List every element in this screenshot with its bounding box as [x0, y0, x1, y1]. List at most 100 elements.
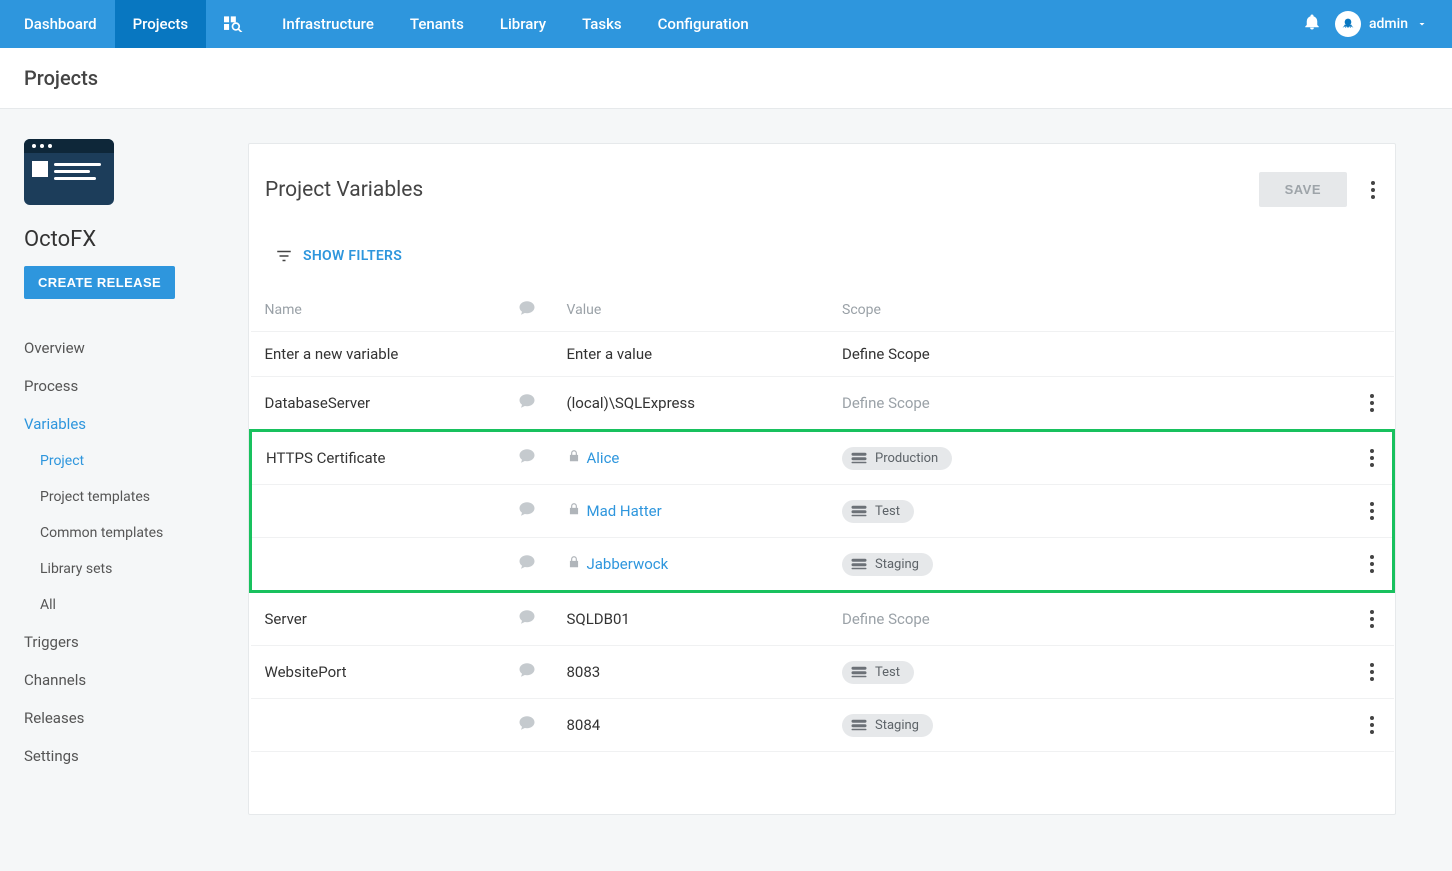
col-name: Name	[251, 289, 501, 332]
scope-chip[interactable]: Production	[842, 447, 952, 470]
row-menu-button[interactable]	[1362, 712, 1378, 738]
nav-infrastructure[interactable]: Infrastructure	[264, 0, 392, 48]
nav-tenants[interactable]: Tenants	[392, 0, 482, 48]
variable-value: 8084	[567, 716, 601, 734]
sidebar-item-project-templates[interactable]: Project templates	[24, 479, 224, 515]
sidebar-item-project[interactable]: Project	[24, 443, 224, 479]
row-menu-button[interactable]	[1362, 445, 1378, 471]
row-description-button[interactable]	[518, 504, 536, 522]
sidebar-item-process[interactable]: Process	[24, 367, 224, 405]
row-menu-button[interactable]	[1362, 390, 1378, 416]
variable-name: Server	[265, 610, 307, 628]
environment-icon	[850, 718, 868, 732]
save-button[interactable]: SAVE	[1259, 172, 1347, 207]
variable-name: DatabaseServer	[265, 394, 371, 412]
panel-title: Project Variables	[265, 178, 423, 202]
scope-chip-label: Staging	[875, 557, 919, 572]
scope-chip[interactable]: Staging	[842, 553, 933, 576]
scope-chip-label: Test	[875, 665, 900, 680]
comment-icon	[518, 500, 536, 518]
comment-icon	[518, 392, 536, 410]
sidebar-item-settings[interactable]: Settings	[24, 737, 224, 775]
variable-scope-placeholder[interactable]: Define Scope	[842, 394, 930, 412]
variable-name: WebsitePort	[265, 663, 347, 681]
variable-name: HTTPS Certificate	[266, 449, 386, 467]
environment-icon	[850, 451, 868, 465]
scope-chip[interactable]: Test	[842, 500, 914, 523]
row-description-button[interactable]	[518, 718, 536, 736]
sidebar-item-library-sets[interactable]: Library sets	[24, 551, 224, 587]
nav-tasks[interactable]: Tasks	[564, 0, 640, 48]
row-description-button[interactable]	[518, 396, 536, 414]
nav-configuration[interactable]: Configuration	[640, 0, 767, 48]
comment-icon	[518, 447, 536, 465]
row-description-button[interactable]	[518, 557, 536, 575]
lock-icon	[567, 502, 581, 516]
create-release-button[interactable]: CREATE RELEASE	[24, 266, 175, 299]
sidebar-item-releases[interactable]: Releases	[24, 699, 224, 737]
row-description-button[interactable]	[518, 451, 536, 469]
row-menu-button[interactable]	[1362, 659, 1378, 685]
user-menu[interactable]: admin	[1335, 11, 1428, 37]
sidebar-item-common-templates[interactable]: Common templates	[24, 515, 224, 551]
new-variable-name: Enter a new variable	[251, 332, 501, 377]
row-menu-button[interactable]	[1362, 551, 1378, 577]
scope-chip[interactable]: Test	[842, 661, 914, 684]
new-variable-scope: Define Scope	[828, 332, 1348, 377]
top-navbar: Dashboard Projects Infrastructure Tenant…	[0, 0, 1452, 48]
row-menu-button[interactable]	[1362, 498, 1378, 524]
col-value: Value	[553, 289, 829, 332]
filter-icon	[275, 247, 293, 265]
sidebar-item-variables[interactable]: Variables	[24, 405, 224, 443]
variable-row: 8084 Staging	[251, 699, 1394, 752]
comment-icon	[518, 661, 536, 679]
nav-search-projects[interactable]	[206, 16, 264, 32]
environment-icon	[850, 557, 868, 571]
nav-projects[interactable]: Projects	[115, 0, 207, 48]
project-logo	[24, 139, 114, 205]
sidebar-item-overview[interactable]: Overview	[24, 329, 224, 367]
environment-icon	[850, 665, 868, 679]
scope-chip-label: Staging	[875, 718, 919, 733]
sidebar-item-triggers[interactable]: Triggers	[24, 623, 224, 661]
scope-chip-label: Production	[875, 451, 938, 466]
scope-chip[interactable]: Staging	[842, 714, 933, 737]
row-menu-button[interactable]	[1362, 606, 1378, 632]
variable-scope-placeholder[interactable]: Define Scope	[842, 610, 930, 628]
project-name: OctoFX	[24, 227, 224, 252]
variable-value-link[interactable]: Mad Hatter	[587, 502, 662, 520]
sidebar: OctoFX CREATE RELEASE OverviewProcessVar…	[0, 109, 248, 839]
sidebar-item-channels[interactable]: Channels	[24, 661, 224, 699]
notifications-button[interactable]	[1303, 13, 1321, 35]
nav-dashboard[interactable]: Dashboard	[0, 0, 115, 48]
nav-projects-label: Projects	[133, 15, 189, 33]
new-variable-row[interactable]: Enter a new variableEnter a valueDefine …	[251, 332, 1394, 377]
nav-dashboard-label: Dashboard	[24, 15, 97, 33]
scope-chip-label: Test	[875, 504, 900, 519]
grid-search-icon	[224, 16, 246, 32]
variable-value-link[interactable]: Alice	[587, 449, 620, 467]
row-description-button[interactable]	[518, 665, 536, 683]
chevron-down-icon	[1416, 18, 1428, 30]
user-name: admin	[1369, 16, 1408, 32]
page-title: Projects	[0, 48, 1452, 109]
row-description-button[interactable]	[518, 612, 536, 630]
variable-row: Mad Hatter Test	[251, 485, 1394, 538]
nav-library[interactable]: Library	[482, 0, 564, 48]
variable-value: SQLDB01	[567, 610, 630, 628]
variable-row: DatabaseServer(local)\SQLExpressDefine S…	[251, 377, 1394, 431]
col-scope: Scope	[828, 289, 1348, 332]
comment-icon	[518, 714, 536, 732]
variable-row: Server SQLDB01 Define Scope	[251, 592, 1394, 646]
variable-row: WebsitePort 8083 Test	[251, 646, 1394, 699]
bell-icon	[1303, 13, 1321, 31]
variable-value: 8083	[567, 663, 601, 681]
panel-menu-button[interactable]	[1363, 177, 1379, 203]
show-filters-button[interactable]: SHOW FILTERS	[249, 223, 1395, 289]
environment-icon	[850, 504, 868, 518]
sidebar-item-all[interactable]: All	[24, 587, 224, 623]
comment-icon	[518, 299, 536, 317]
variable-value-link[interactable]: Jabberwock	[587, 555, 669, 573]
avatar	[1335, 11, 1361, 37]
lock-icon	[567, 555, 581, 569]
